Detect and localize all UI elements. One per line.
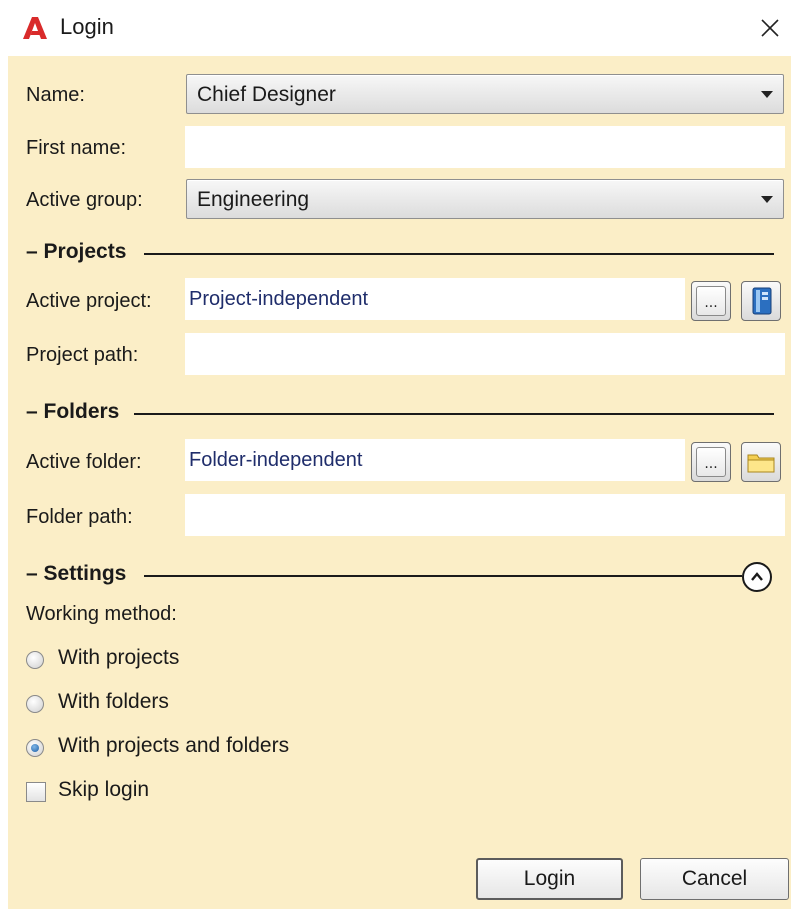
ellipsis-icon: ...	[696, 447, 726, 477]
section-divider	[144, 253, 774, 255]
active-project-label: Active project:	[26, 290, 152, 312]
chevron-up-icon	[751, 572, 763, 581]
chevron-down-icon	[761, 196, 773, 203]
active-group-label: Active group:	[26, 189, 143, 211]
working-method-label: Working method:	[26, 603, 177, 625]
active-folder-label: Active folder:	[26, 451, 142, 473]
active-group-value: Engineering	[197, 188, 310, 211]
chevron-down-icon	[761, 91, 773, 98]
radio-button[interactable]	[26, 651, 44, 669]
folders-section-header: – Folders	[26, 400, 776, 426]
close-button[interactable]	[752, 10, 788, 46]
section-divider	[144, 575, 742, 577]
name-combobox[interactable]: Chief Designer	[186, 74, 784, 114]
collapse-settings-button[interactable]	[742, 562, 772, 592]
radio-with-projects[interactable]: With projects	[26, 646, 246, 676]
section-divider	[134, 413, 774, 415]
projects-section-header: – Projects	[26, 240, 776, 266]
folder-path-label: Folder path:	[26, 506, 133, 528]
settings-section-header: – Settings	[26, 562, 746, 588]
name-value: Chief Designer	[197, 83, 336, 106]
browse-folder-button[interactable]: ...	[691, 442, 731, 482]
first-name-label: First name:	[26, 137, 127, 159]
active-project-value: Project-independent	[189, 288, 369, 310]
title-bar: Login	[0, 0, 791, 56]
folders-section-label: – Folders	[26, 400, 120, 423]
radio-button[interactable]	[26, 739, 44, 757]
project-book-icon	[752, 287, 772, 315]
settings-section-label: – Settings	[26, 562, 127, 585]
radio-with-projects-and-folders[interactable]: With projects and folders	[26, 734, 346, 764]
project-path-label: Project path:	[26, 344, 139, 366]
skip-login-checkbox-row[interactable]: Skip login	[26, 778, 206, 808]
folder-button[interactable]	[741, 442, 781, 482]
skip-login-checkbox[interactable]	[26, 782, 46, 802]
active-folder-value: Folder-independent	[189, 449, 363, 471]
name-label: Name:	[26, 84, 85, 106]
cancel-button[interactable]: Cancel	[640, 858, 789, 900]
active-group-combobox[interactable]: Engineering	[186, 179, 784, 219]
radio-button[interactable]	[26, 695, 44, 713]
login-button[interactable]: Login	[476, 858, 623, 900]
active-folder-field: Folder-independent	[185, 439, 685, 481]
close-icon	[761, 19, 779, 37]
active-project-field: Project-independent	[185, 278, 685, 320]
window-title: Login	[60, 14, 114, 39]
folder-icon	[747, 454, 775, 473]
autocad-a-icon	[23, 17, 47, 39]
ellipsis-icon: ...	[696, 286, 726, 316]
project-book-button[interactable]	[741, 281, 781, 321]
projects-section-label: – Projects	[26, 240, 127, 263]
project-path-field	[185, 333, 785, 375]
folder-path-field	[185, 494, 785, 536]
radio-with-folders[interactable]: With folders	[26, 690, 246, 720]
first-name-input[interactable]	[185, 126, 785, 168]
skip-login-label: Skip login	[58, 778, 150, 801]
browse-project-button[interactable]: ...	[691, 281, 731, 321]
